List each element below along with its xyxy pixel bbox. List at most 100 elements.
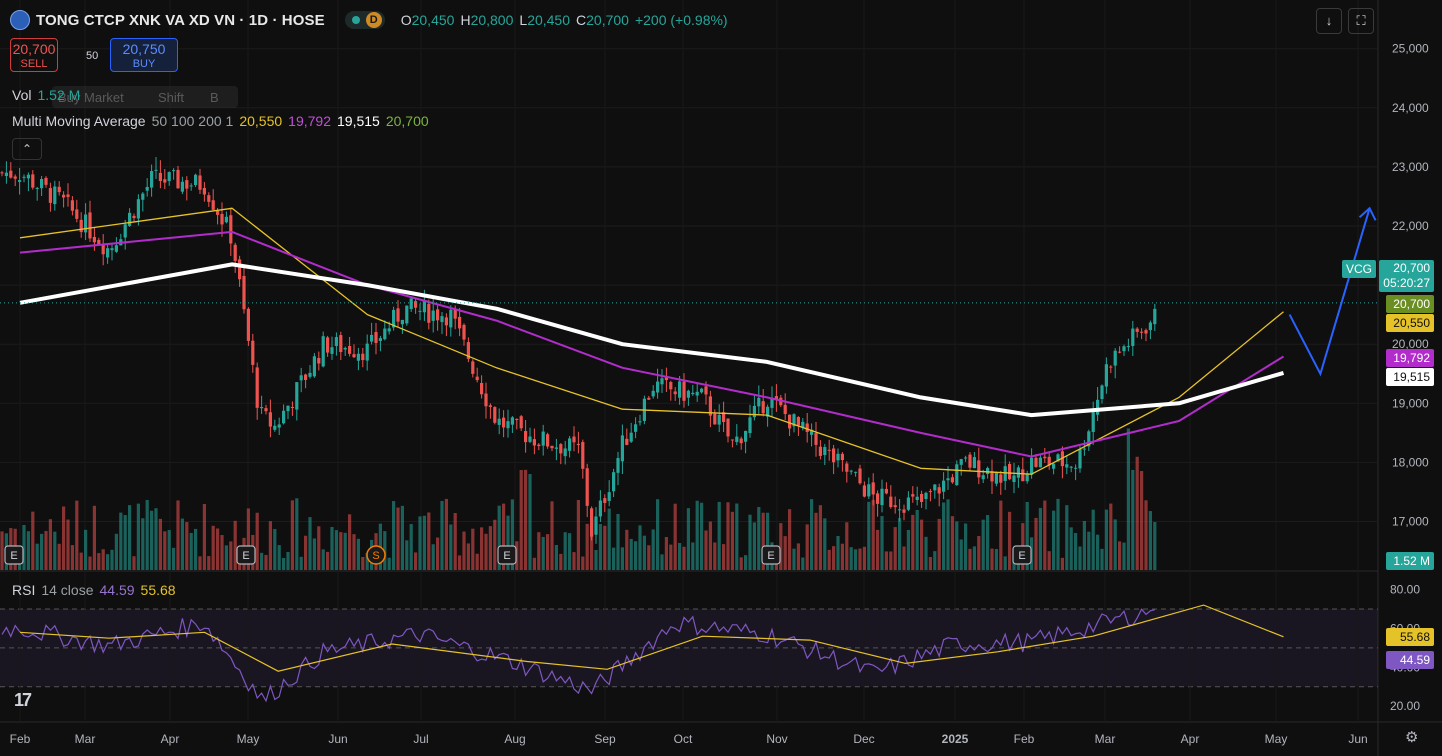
volume-bar bbox=[669, 544, 673, 570]
volume-bar bbox=[273, 529, 277, 570]
candle-body bbox=[739, 438, 743, 444]
candle-body bbox=[986, 467, 990, 475]
volume-legend[interactable]: Vol 1.52 M bbox=[12, 87, 80, 103]
volume-bar bbox=[1087, 531, 1091, 570]
candle-body bbox=[356, 353, 360, 361]
candle-body bbox=[704, 386, 708, 395]
candle-body bbox=[35, 187, 39, 189]
volume-bar bbox=[229, 541, 233, 570]
volume-bar bbox=[964, 523, 968, 570]
mma-legend[interactable]: Multi Moving Average 50 100 200 1 20,550… bbox=[12, 113, 429, 129]
volume-bar bbox=[282, 557, 286, 570]
candle-body bbox=[312, 356, 316, 377]
volume-bar bbox=[876, 529, 880, 570]
candle-body bbox=[414, 301, 418, 308]
fullscreen-icon[interactable]: ⛶ bbox=[1348, 8, 1374, 34]
candle-body bbox=[867, 484, 871, 497]
volume-bar bbox=[326, 551, 330, 570]
candle-body bbox=[955, 464, 959, 486]
volume-bar bbox=[1074, 533, 1078, 570]
candle-body bbox=[62, 194, 66, 198]
volume-bar bbox=[488, 526, 492, 570]
candle-body bbox=[682, 381, 686, 401]
candle-body bbox=[906, 497, 910, 510]
candle-body bbox=[9, 170, 13, 178]
volume-bar bbox=[66, 519, 70, 570]
volume-bar bbox=[409, 524, 413, 570]
candle-body bbox=[880, 488, 884, 506]
symbol-title[interactable]: TONG CTCP XNK VA XD VN · 1D · HOSE bbox=[36, 12, 325, 29]
candle-body bbox=[942, 480, 946, 492]
settings-gear-icon[interactable]: ⚙ bbox=[1405, 728, 1418, 746]
volume-bar bbox=[396, 507, 400, 570]
volume-bar bbox=[942, 502, 946, 570]
rsi-legend[interactable]: RSI 14 close 44.59 55.68 bbox=[12, 582, 176, 598]
earnings-marker: E bbox=[1012, 545, 1032, 565]
candle-body bbox=[339, 335, 343, 353]
volume-bar bbox=[722, 544, 726, 570]
volume-bar bbox=[339, 532, 343, 570]
volume-bar bbox=[607, 508, 611, 570]
candle-body bbox=[1012, 475, 1016, 483]
volume-bar bbox=[70, 545, 74, 570]
volume-bar bbox=[1082, 520, 1086, 570]
candle-body bbox=[436, 309, 440, 321]
candle-body bbox=[999, 474, 1003, 483]
volume-bar bbox=[950, 516, 954, 570]
candle-body bbox=[202, 188, 206, 195]
ohlc-values: O20,450 H20,800 L20,450 C20,700 +200 (+0… bbox=[400, 12, 728, 28]
volume-bar bbox=[651, 529, 655, 570]
candle-body bbox=[625, 438, 629, 445]
volume-bar bbox=[1052, 510, 1056, 570]
candle-body bbox=[502, 417, 506, 428]
candle-body bbox=[480, 382, 484, 395]
download-icon[interactable]: ↓ bbox=[1316, 8, 1342, 34]
volume-bar bbox=[968, 548, 972, 570]
candle-body bbox=[75, 209, 79, 219]
volume-bar bbox=[1034, 517, 1038, 570]
candle-body bbox=[497, 418, 501, 425]
candle-body bbox=[1078, 449, 1082, 469]
volume-bar bbox=[827, 549, 831, 570]
ma50-price-label: 20,550 bbox=[1386, 314, 1434, 332]
volume-bar bbox=[128, 505, 132, 570]
candle-body bbox=[216, 210, 220, 215]
collapse-legend-button[interactable]: ⌃ bbox=[12, 138, 42, 160]
ma200-price-label: 19,515 bbox=[1386, 368, 1434, 386]
buy-button[interactable]: 20,750 BUY bbox=[110, 38, 178, 72]
candle-body bbox=[1113, 350, 1117, 366]
time-tick-label: May bbox=[1265, 732, 1288, 746]
volume-bar bbox=[31, 511, 35, 570]
rsi-ma-price-label: 55.68 bbox=[1386, 628, 1434, 646]
candle-body bbox=[57, 186, 61, 193]
volume-bar bbox=[295, 498, 299, 570]
volume-bar bbox=[180, 518, 184, 570]
sell-button[interactable]: 20,700 SELL bbox=[10, 38, 58, 72]
volume-bar bbox=[845, 522, 849, 570]
volume-bar bbox=[906, 529, 910, 570]
candle-body bbox=[361, 353, 365, 361]
volume-bar bbox=[871, 499, 875, 570]
candle-body bbox=[308, 372, 312, 377]
volume-bar bbox=[458, 555, 462, 570]
volume-bar bbox=[0, 531, 4, 570]
candle-body bbox=[387, 328, 391, 332]
candle-body bbox=[651, 390, 655, 397]
volume-bar bbox=[141, 518, 145, 570]
candle-body bbox=[114, 245, 118, 252]
rsi-tick-label: 80.00 bbox=[1390, 583, 1420, 597]
candle-body bbox=[449, 309, 453, 328]
volume-bar bbox=[317, 526, 321, 570]
candle-body bbox=[554, 447, 558, 449]
volume-bar bbox=[642, 535, 646, 570]
tradingview-logo-icon[interactable]: 17 bbox=[14, 690, 32, 711]
candle-body bbox=[700, 388, 704, 393]
status-pill[interactable]: D bbox=[344, 11, 385, 29]
volume-bar bbox=[414, 552, 418, 570]
volume-bar bbox=[405, 540, 409, 570]
candle-body bbox=[669, 382, 673, 390]
volume-bar bbox=[440, 501, 444, 570]
candle-body bbox=[796, 416, 800, 426]
candle-body bbox=[409, 298, 413, 310]
candle-body bbox=[656, 381, 660, 393]
